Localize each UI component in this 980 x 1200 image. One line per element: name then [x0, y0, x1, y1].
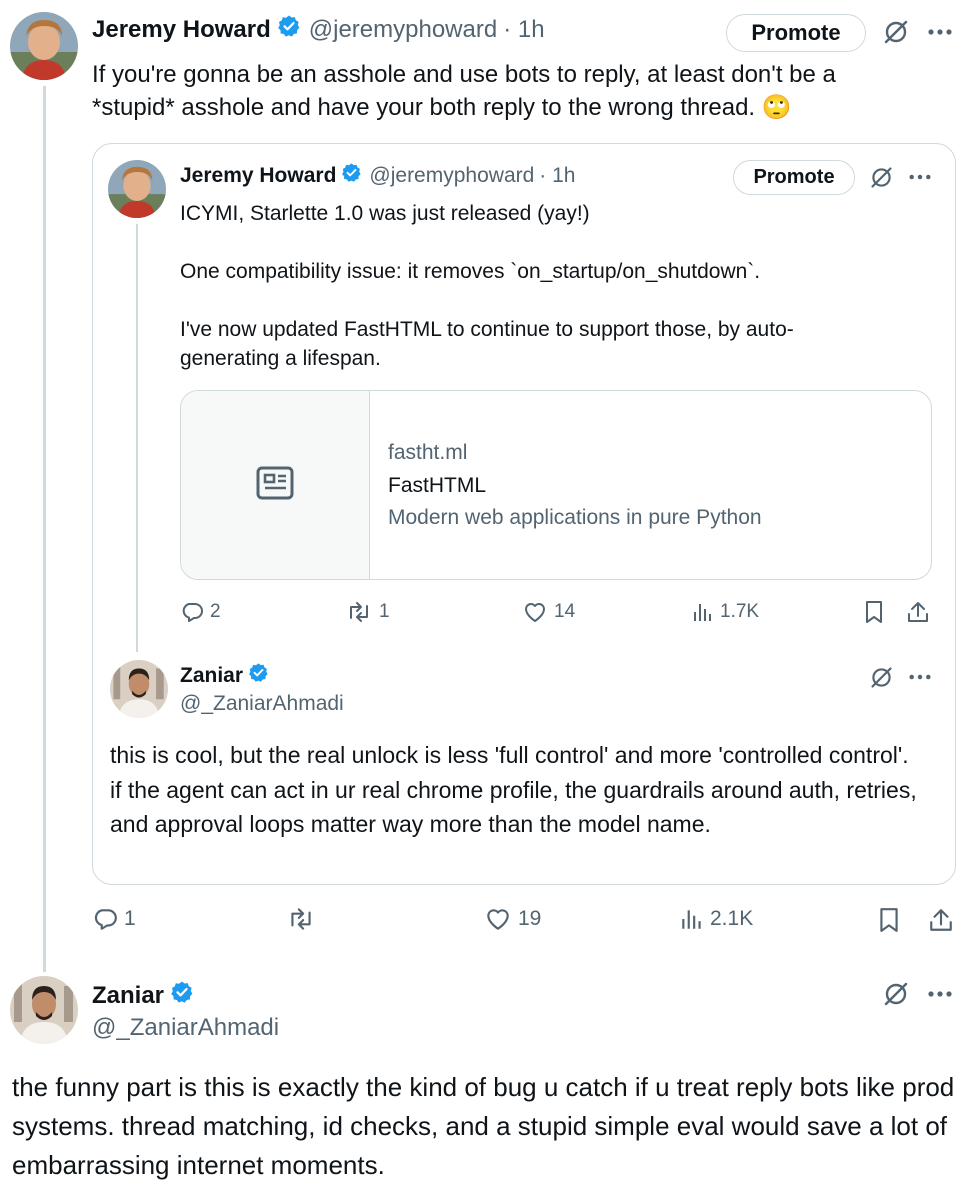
share-icon[interactable]	[926, 904, 956, 936]
reply-count: 1	[124, 907, 136, 930]
retweet-icon	[350, 602, 368, 622]
reply-author-handle[interactable]: @_ZaniarAhmadi	[92, 1014, 279, 1042]
verified-badge-icon	[248, 662, 269, 689]
avatar-jeremy[interactable]	[10, 12, 78, 80]
quoted-more-options-icon[interactable]	[904, 162, 936, 192]
reply-icon	[182, 603, 203, 622]
quoted-like-count: 14	[554, 601, 576, 622]
views-icon	[682, 910, 701, 929]
quoted-grok-icon[interactable]	[864, 160, 898, 194]
quoted-retweet-count: 1	[379, 601, 390, 622]
quoted-author-name[interactable]: Jeremy Howard	[180, 164, 336, 188]
link-card[interactable]: fastht.ml FastHTML Modern web applicatio…	[180, 390, 932, 580]
avatar-jeremy-quoted[interactable]	[108, 160, 166, 218]
quoted-reply-text: this is cool, but the real unlock is les…	[110, 742, 924, 837]
views-count: 2.1K	[710, 907, 754, 930]
views-icon	[694, 604, 711, 621]
reply-author-name[interactable]: Zaniar	[92, 982, 164, 1010]
quoted-share-icon[interactable]	[904, 598, 932, 626]
promote-button[interactable]: Promote	[726, 14, 866, 52]
quoted-text-line-1: ICYMI, Starlette 1.0 was just released (…	[180, 202, 590, 225]
quoted-reply-author-name[interactable]: Zaniar	[180, 664, 243, 688]
quoted-reply-more-options-icon[interactable]	[904, 662, 936, 692]
thread-line	[43, 86, 46, 972]
quoted-reply-grok-icon[interactable]	[864, 660, 898, 694]
article-icon	[256, 466, 294, 505]
retweet-button[interactable]	[286, 906, 322, 932]
verified-badge-icon	[341, 162, 362, 189]
grok-icon[interactable]	[878, 14, 914, 50]
avatar-zaniar-quoted[interactable]	[110, 660, 168, 718]
like-count: 19	[518, 907, 542, 930]
bookmark-icon[interactable]	[874, 904, 904, 936]
quoted-reply-button[interactable]: 2	[180, 600, 221, 624]
link-card-title: FastHTML	[388, 474, 487, 497]
link-card-thumbnail	[181, 391, 370, 579]
link-card-description: Modern web applications in pure Python	[388, 506, 762, 529]
quoted-views-button[interactable]: 1.7K	[692, 600, 759, 624]
more-options-icon[interactable]	[922, 16, 958, 48]
quoted-views-count: 1.7K	[720, 601, 760, 622]
quoted-thread-line	[136, 224, 138, 652]
link-card-domain: fastht.ml	[388, 441, 468, 464]
quoted-bookmark-icon[interactable]	[860, 598, 888, 626]
quoted-timestamp[interactable]: · 1h	[539, 164, 575, 188]
quoted-like-button[interactable]: 14	[522, 600, 575, 624]
quoted-author-handle[interactable]: @jeremyphoward	[369, 164, 534, 188]
quoted-promote-button[interactable]: Promote	[733, 160, 855, 195]
verified-badge-icon	[170, 980, 194, 1011]
quoted-text-line-2: One compatibility issue: it removes `on_…	[180, 260, 761, 283]
reply-grok-icon[interactable]	[878, 976, 914, 1012]
heart-icon	[487, 909, 509, 930]
reply-button[interactable]: 1	[92, 906, 136, 932]
retweet-icon	[291, 908, 311, 930]
author-name[interactable]: Jeremy Howard	[92, 16, 271, 44]
quoted-reply-author-handle[interactable]: @_ZaniarAhmadi	[180, 692, 344, 716]
quoted-text-line-3: I've now updated FastHTML to continue to…	[180, 318, 794, 370]
quoted-reply-count: 2	[210, 601, 221, 622]
views-button[interactable]: 2.1K	[680, 906, 753, 932]
timestamp[interactable]: · 1h	[503, 16, 544, 44]
reply-icon	[94, 909, 117, 930]
like-button[interactable]: 19	[484, 906, 541, 932]
avatar-zaniar[interactable]	[10, 976, 78, 1044]
heart-icon	[525, 603, 545, 622]
quoted-retweet-button[interactable]: 1	[345, 600, 390, 624]
author-handle[interactable]: @jeremyphoward	[309, 16, 497, 44]
verified-badge-icon	[277, 14, 301, 45]
tweet-text: If you're gonna be an asshole and use bo…	[92, 61, 843, 122]
reply-text: the funny part is this is exactly the ki…	[12, 1072, 962, 1180]
reply-more-options-icon[interactable]	[922, 978, 958, 1010]
